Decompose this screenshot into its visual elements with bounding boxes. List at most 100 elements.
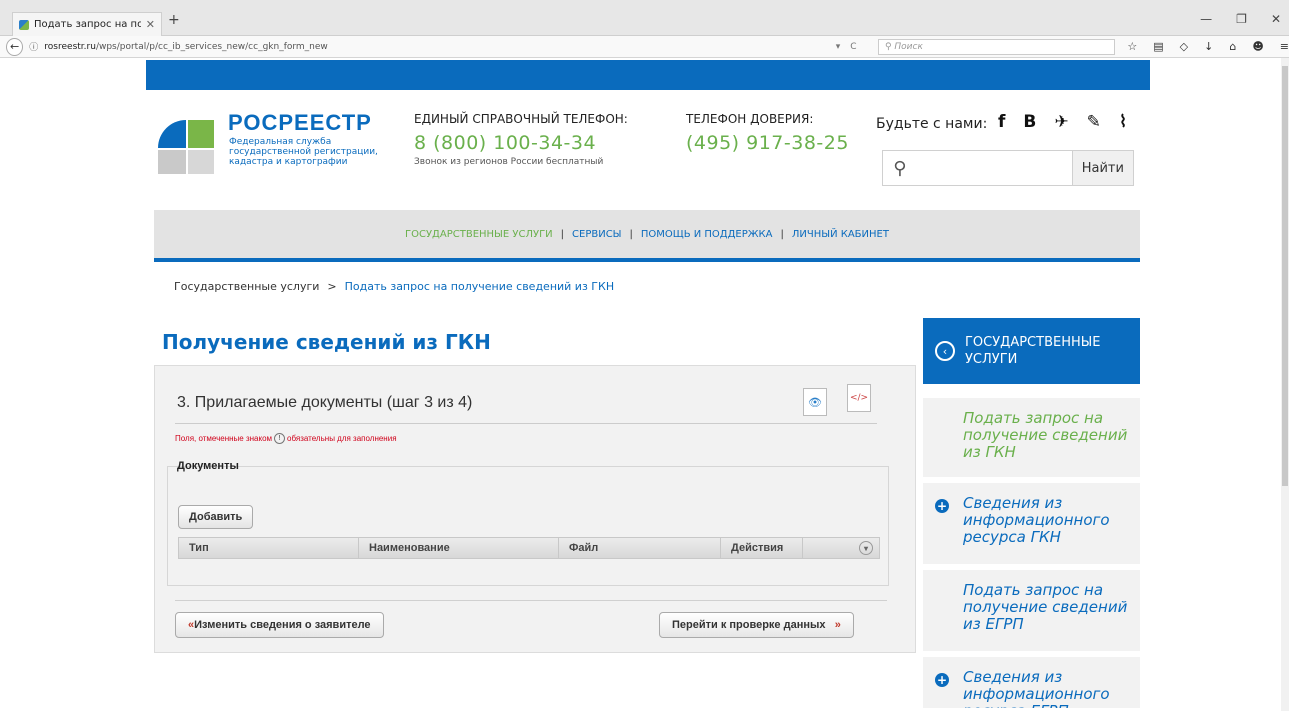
search-icon: ⚲ (884, 41, 895, 52)
sidebar-item-label: Сведения из информационного ресурса ЕГРП (963, 668, 1110, 711)
sidebar-item-label: Подать запрос на получение сведений из Г… (963, 409, 1128, 461)
address-bar[interactable]: ⓘ rosreestr.ru/wps/portal/p/cc_ib_servic… (29, 40, 821, 54)
facebook-icon[interactable]: f (998, 112, 1005, 132)
browser-search-placeholder: Поиск (894, 41, 923, 52)
browser-tab[interactable]: Подать запрос на получе... ✕ (12, 12, 162, 36)
menu-separator: | (629, 228, 633, 240)
search-icon: ⚲ (893, 157, 907, 179)
edit-applicant-label: Изменить сведения о заявителе (194, 619, 371, 631)
required-note: Поля, отмеченные знаком ! обязательны дл… (175, 433, 397, 444)
social-label: Будьте с нами: (876, 116, 988, 132)
download-icon[interactable]: ↓ (1204, 40, 1213, 53)
documents-fieldset: Добавить Тип Наименование Файл Действия … (167, 466, 889, 586)
edit-applicant-button[interactable]: «Изменить сведения о заявителе (175, 612, 384, 638)
menu-item-services[interactable]: СЕРВИСЫ (572, 229, 621, 240)
url-path: /wps/portal/p/cc_ib_services_new/cc_gkn_… (95, 41, 328, 52)
trust-line-label: ТЕЛЕФОН ДОВЕРИЯ: (686, 112, 814, 126)
required-note-text: Поля, отмеченные знаком (175, 434, 273, 443)
info-icon: ⓘ (29, 43, 39, 53)
sidebar-item-label: Подать запрос на получение сведений из Е… (963, 581, 1128, 633)
tab-close-icon[interactable]: ✕ (146, 18, 155, 31)
menu-icon[interactable]: ≡ (1280, 40, 1289, 53)
site-search: ⚲ Найти (882, 150, 1134, 186)
sidebar-item-egrp-request[interactable]: Подать запрос на получение сведений из Е… (923, 570, 1140, 654)
sidebar-item-gkn-request[interactable]: Подать запрос на получение сведений из Г… (923, 398, 1140, 480)
menu-item-help[interactable]: ПОМОЩЬ И ПОДДЕРЖКА (641, 229, 773, 240)
sidebar-item-gkn-info[interactable]: + Сведения из информационного ресурса ГК… (923, 483, 1140, 567)
social-links: f B ✈ ✎ ⌇ (998, 112, 1127, 132)
minimize-button[interactable]: — (1200, 12, 1212, 26)
divider (175, 600, 887, 601)
site-search-input[interactable] (916, 151, 1072, 185)
column-actions[interactable]: Действия (721, 538, 803, 558)
page-title: Получение сведений из ГКН (162, 330, 491, 354)
step-title: 3. Прилагаемые документы (шаг 3 из 4) (177, 394, 473, 411)
form-panel: 3. Прилагаемые документы (шаг 3 из 4) 👁 … (154, 365, 916, 653)
twitter-icon[interactable]: ✈ (1054, 112, 1068, 132)
vkontakte-icon[interactable]: B (1023, 112, 1036, 132)
tab-title: Подать запрос на получе... (34, 19, 141, 30)
xml-code-icon[interactable]: </> (847, 384, 871, 412)
trust-line-number: (495) 917-38-25 (686, 132, 849, 154)
documents-grid-header: Тип Наименование Файл Действия ▾ (178, 537, 880, 559)
top-blue-band (146, 60, 1150, 90)
back-circle-icon: ‹ (935, 341, 955, 361)
browser-toolbar: ☆ ▤ ◇ ↓ ⌂ ☻ ≡ (1127, 40, 1289, 53)
reading-list-icon[interactable]: ▤ (1153, 40, 1163, 53)
go-to-review-button[interactable]: Перейти к проверке данных » (659, 612, 854, 638)
hotline-number: 8 (800) 100-34-34 (414, 132, 597, 154)
breadcrumb: Государственные услуги > Подать запрос н… (174, 280, 614, 293)
divider (175, 423, 877, 424)
back-button[interactable]: ← (6, 37, 24, 56)
go-to-review-label: Перейти к проверке данных (672, 619, 826, 631)
pocket-icon[interactable]: ◇ (1180, 40, 1188, 53)
hotline-note: Звонок из регионов России бесплатный (414, 157, 604, 167)
livejournal-icon[interactable]: ✎ (1087, 112, 1101, 132)
menu-item-gov-services[interactable]: ГОСУДАРСТВЕННЫЕ УСЛУГИ (405, 229, 553, 240)
bookmark-star-icon[interactable]: ☆ (1127, 40, 1137, 53)
hotline-label: ЕДИНЫЙ СПРАВОЧНЫЙ ТЕЛЕФОН: (414, 112, 628, 126)
home-icon[interactable]: ⌂ (1229, 40, 1236, 53)
grid-menu-icon[interactable]: ▾ (859, 541, 873, 555)
menu-separator: | (780, 228, 784, 240)
url-domain: rosreestr.ru (44, 41, 96, 52)
breadcrumb-root[interactable]: Государственные услуги (174, 280, 319, 293)
sidebar-header-label: ГОСУДАРСТВЕННЫЕ УСЛУГИ (965, 335, 1101, 367)
required-note-text-end: обязательны для заполнения (287, 434, 397, 443)
expand-plus-icon[interactable]: + (935, 673, 949, 687)
breadcrumb-current[interactable]: Подать запрос на получение сведений из Г… (345, 280, 614, 293)
page-scrollbar[interactable] (1281, 58, 1289, 711)
sidebar-item-egrp-info[interactable]: + Сведения из информационного ресурса ЕГ… (923, 657, 1140, 711)
account-icon[interactable]: ☻ (1252, 40, 1263, 53)
menu-separator: | (560, 228, 565, 240)
reload-icon[interactable]: C (850, 42, 856, 52)
close-window-button[interactable]: ✕ (1271, 12, 1281, 26)
sidebar-header[interactable]: ‹ ГОСУДАРСТВЕННЫЕ УСЛУГИ (923, 318, 1140, 384)
preview-icon[interactable]: 👁 (803, 388, 827, 416)
dropdown-icon[interactable]: ▾ (836, 42, 841, 52)
column-file[interactable]: Файл (559, 538, 721, 558)
expand-plus-icon[interactable]: + (935, 499, 949, 513)
documents-legend: Документы (177, 460, 239, 472)
favicon-icon (19, 19, 29, 30)
browser-search-input[interactable]: ⚲ Поиск (877, 38, 1116, 55)
column-name[interactable]: Наименование (359, 538, 559, 558)
grid-menu[interactable]: ▾ (803, 538, 879, 558)
next-arrow-icon: » (834, 619, 841, 631)
window-controls: — ❐ ✕ (1200, 12, 1281, 26)
search-button[interactable]: Найти (1071, 151, 1133, 185)
logo-title[interactable]: РОСРЕЕСТР (228, 110, 372, 136)
breadcrumb-separator: > (327, 280, 337, 293)
menu-item-cabinet[interactable]: ЛИЧНЫЙ КАБИНЕТ (792, 229, 889, 240)
new-tab-button[interactable]: + (168, 12, 180, 28)
column-type[interactable]: Тип (179, 538, 359, 558)
browser-navbar: ← ⓘ rosreestr.ru/wps/portal/p/cc_ib_serv… (0, 36, 1289, 58)
rss-icon[interactable]: ⌇ (1119, 112, 1127, 132)
add-document-button[interactable]: Добавить (178, 505, 254, 529)
scrollbar-thumb[interactable] (1282, 66, 1288, 486)
logo-subtitle: Федеральная служба государственной регис… (229, 137, 378, 167)
sidebar-item-label: Сведения из информационного ресурса ГКН (963, 494, 1110, 546)
maximize-button[interactable]: ❐ (1236, 12, 1247, 26)
required-mark-icon: ! (274, 433, 286, 444)
rosreestr-logo-icon[interactable] (158, 104, 214, 194)
